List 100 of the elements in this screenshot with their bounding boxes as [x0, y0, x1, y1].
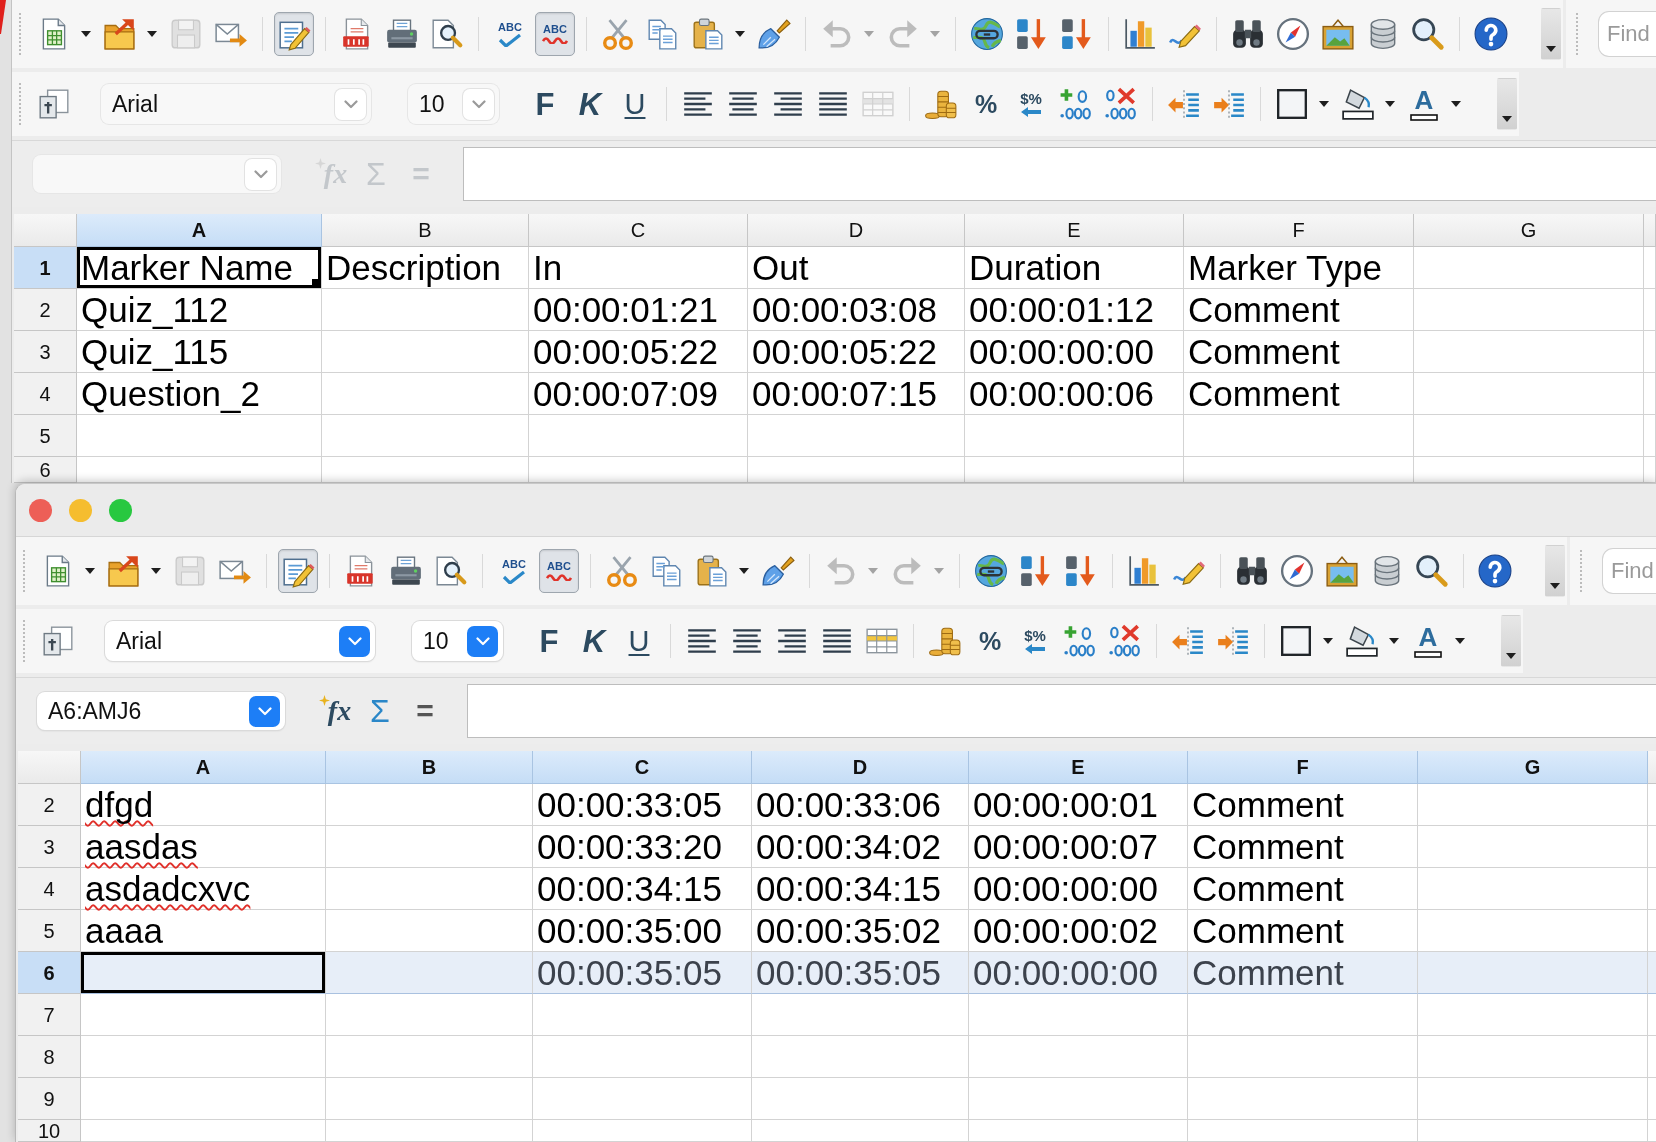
sort-ascending-icon[interactable] — [1019, 554, 1053, 588]
sheet-cell[interactable] — [969, 1036, 1188, 1078]
italic-button[interactable]: K — [570, 82, 610, 126]
sort-descending-icon[interactable] — [1064, 554, 1098, 588]
sheet-cell[interactable] — [752, 1036, 969, 1078]
caret-icon[interactable] — [1451, 101, 1461, 107]
compass-icon[interactable] — [1280, 554, 1314, 588]
sheet-cell[interactable] — [533, 1120, 752, 1142]
framed-picture-icon[interactable] — [1325, 554, 1359, 588]
autospellcheck-button[interactable]: ABC — [535, 12, 575, 56]
globe-link-icon[interactable] — [970, 17, 1004, 51]
row-header[interactable]: 2 — [18, 784, 81, 826]
sheet-cell[interactable] — [969, 1120, 1188, 1142]
toolbar-overflow-button[interactable] — [1497, 78, 1517, 130]
sheet-cell[interactable]: 00:00:34:15 — [752, 868, 969, 910]
sheet-cell[interactable] — [1644, 289, 1656, 331]
sheet-cell[interactable] — [1188, 1036, 1418, 1078]
scissors-icon[interactable] — [601, 17, 635, 51]
column-header[interactable]: D — [748, 214, 965, 247]
dropdown-button[interactable] — [463, 88, 494, 120]
row-header[interactable]: 3 — [14, 331, 77, 373]
name-box[interactable] — [33, 155, 281, 193]
caret-icon[interactable] — [151, 568, 161, 574]
underline-button[interactable]: U — [615, 82, 655, 126]
standard-format-button[interactable]: $% — [1015, 619, 1055, 663]
sheet-cell[interactable] — [965, 415, 1184, 457]
sheet-cell[interactable] — [1644, 331, 1656, 373]
sheet-cell[interactable]: 00:00:33:06 — [752, 784, 969, 826]
sheet-cell[interactable] — [1418, 1078, 1648, 1120]
sheet-cell[interactable] — [533, 1078, 752, 1120]
sheet-cell[interactable]: 00:00:00:00 — [969, 952, 1188, 994]
sheet-cell[interactable] — [969, 994, 1188, 1036]
fill-handle[interactable] — [312, 279, 321, 288]
sheet-cell[interactable] — [1414, 373, 1644, 415]
clipboard-icon[interactable] — [695, 554, 729, 588]
column-header[interactable]: B — [322, 214, 529, 247]
caret-icon[interactable] — [85, 568, 95, 574]
sheet-cell[interactable] — [81, 1120, 326, 1142]
spellcheck-button[interactable]: ABC — [494, 549, 534, 593]
printer-icon[interactable] — [385, 17, 419, 51]
caret-icon[interactable] — [735, 31, 745, 37]
sheet-cell[interactable] — [77, 415, 322, 457]
sheet-cell[interactable] — [1188, 1078, 1418, 1120]
delete-decimal-icon[interactable] — [1108, 624, 1142, 658]
column-header[interactable]: D — [752, 751, 969, 784]
dropdown-button[interactable] — [467, 625, 498, 657]
sheet-cell[interactable] — [752, 1078, 969, 1120]
sheet-cell[interactable] — [752, 994, 969, 1036]
sheet-cell[interactable] — [322, 289, 529, 331]
sheet-cell[interactable]: 00:00:35:05 — [752, 952, 969, 994]
sheet-cell[interactable] — [1188, 1120, 1418, 1142]
column-header[interactable]: E — [965, 214, 1184, 247]
font-color-button[interactable]: A — [1404, 82, 1444, 126]
column-header[interactable]: G — [1414, 214, 1644, 247]
sheet-cell[interactable] — [969, 1078, 1188, 1120]
column-header[interactable] — [1644, 214, 1656, 247]
sheet-cell[interactable]: 00:00:05:22 — [748, 331, 965, 373]
dropdown-button[interactable] — [245, 158, 276, 190]
dropdown-button[interactable] — [335, 88, 366, 120]
dropdown-button[interactable] — [339, 625, 370, 657]
toolbar-overflow-button[interactable] — [1545, 545, 1565, 597]
sheet-cell[interactable] — [1644, 415, 1656, 457]
column-header[interactable]: F — [1184, 214, 1414, 247]
sheet-cell[interactable]: 00:00:07:09 — [529, 373, 748, 415]
border-square-icon[interactable] — [1279, 624, 1313, 658]
sheet-cell[interactable] — [1418, 826, 1648, 868]
toolbar-grip[interactable] — [22, 549, 26, 593]
window-control-button[interactable] — [29, 498, 52, 522]
sheet-cell[interactable] — [81, 994, 326, 1036]
font-color-button[interactable]: A — [1408, 619, 1448, 663]
column-header[interactable]: A — [77, 214, 322, 247]
binoculars-icon[interactable] — [1235, 554, 1269, 588]
caret-icon[interactable] — [739, 568, 749, 574]
sheet-cell[interactable] — [1418, 868, 1648, 910]
globe-link-icon[interactable] — [974, 554, 1008, 588]
sheet-cell[interactable]: 00:00:07:15 — [748, 373, 965, 415]
sheet-cell[interactable] — [1648, 952, 1656, 994]
sheet-cell[interactable] — [326, 1078, 533, 1120]
sheet-cell[interactable]: Marker Name — [77, 247, 322, 289]
select-all-corner[interactable] — [14, 214, 77, 247]
delete-decimal-icon[interactable] — [1104, 87, 1138, 121]
sheet-cell[interactable] — [1644, 373, 1656, 415]
page-magnifier-icon[interactable] — [434, 554, 468, 588]
sheet-cell[interactable]: Comment — [1184, 331, 1414, 373]
spellcheck-button[interactable]: ABC — [490, 12, 530, 56]
sheet-cell[interactable]: 00:00:05:22 — [529, 331, 748, 373]
sort-descending-icon[interactable] — [1060, 17, 1094, 51]
toolbar-overflow-button[interactable] — [1541, 8, 1561, 60]
formula-input[interactable] — [467, 684, 1656, 738]
sheet-cell[interactable]: Comment — [1188, 826, 1418, 868]
toolbar-grip[interactable] — [18, 82, 22, 126]
framed-picture-icon[interactable] — [1321, 17, 1355, 51]
sheet-cell[interactable]: Comment — [1188, 868, 1418, 910]
sheet-cell[interactable]: Comment — [1184, 373, 1414, 415]
sheet-cell[interactable] — [326, 994, 533, 1036]
scissors-icon[interactable] — [605, 554, 639, 588]
sheet-cell[interactable]: Comment — [1188, 952, 1418, 994]
bold-button[interactable]: F — [529, 619, 569, 663]
sheet-cell[interactable]: Marker Type — [1184, 247, 1414, 289]
sheet-cell[interactable] — [1644, 247, 1656, 289]
